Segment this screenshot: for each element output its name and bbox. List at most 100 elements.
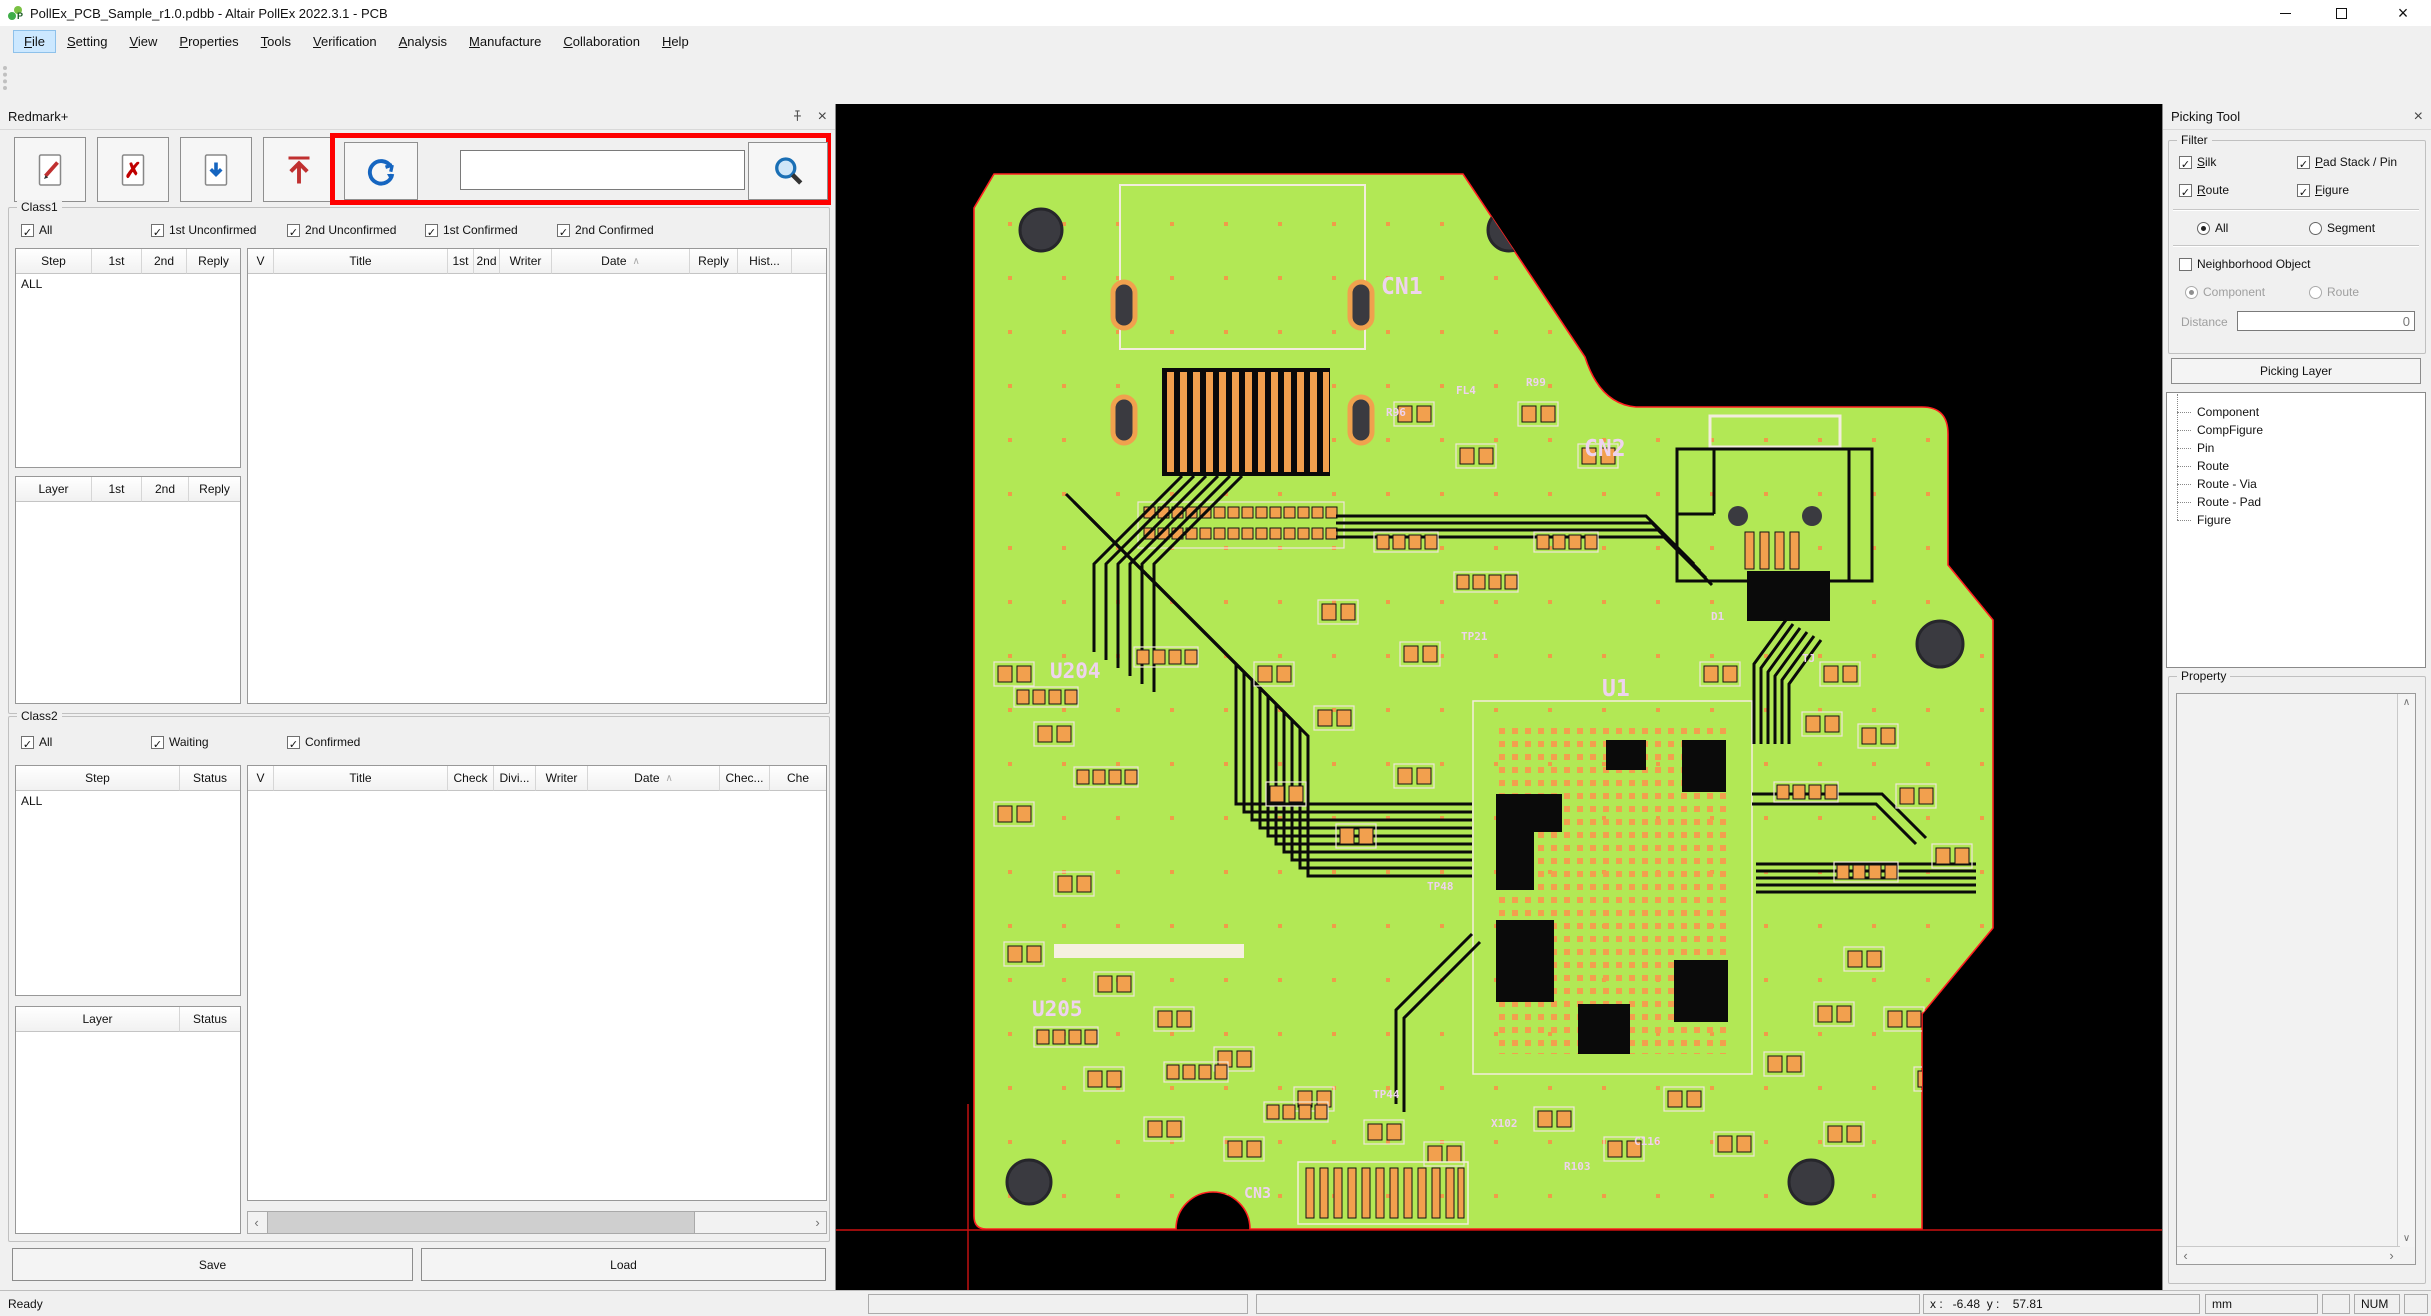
ic-u1[interactable] bbox=[1473, 701, 1752, 1074]
column-header[interactable]: Chec... bbox=[720, 766, 770, 791]
menu-setting[interactable]: Setting bbox=[57, 31, 117, 52]
class1-filter-2nd-unconfirmed[interactable]: 2nd Unconfirmed bbox=[287, 223, 396, 237]
filter-route[interactable]: Route bbox=[2179, 183, 2229, 197]
vertical-scrollbar[interactable] bbox=[2397, 694, 2415, 1247]
column-header[interactable]: Title bbox=[274, 249, 448, 274]
menu-tools[interactable]: Tools bbox=[251, 31, 301, 52]
menu-file[interactable]: File bbox=[14, 31, 55, 52]
tree-item-pin[interactable]: Pin bbox=[2175, 439, 2425, 457]
column-header[interactable]: Step bbox=[16, 249, 92, 274]
filter-silk[interactable]: Silk bbox=[2179, 155, 2216, 169]
checkbox-icon[interactable] bbox=[2179, 156, 2192, 169]
menu-verification[interactable]: Verification bbox=[303, 31, 387, 52]
mode-all[interactable]: All bbox=[2197, 221, 2228, 235]
column-header[interactable]: Status bbox=[180, 766, 240, 791]
close-button[interactable] bbox=[2380, 0, 2426, 26]
horizontal-scrollbar[interactable] bbox=[247, 1211, 827, 1234]
column-header-date-sorted[interactable]: Date bbox=[552, 249, 690, 274]
tree-item-route-pad[interactable]: Route - Pad bbox=[2175, 493, 2425, 511]
table-row[interactable]: ALL bbox=[16, 791, 240, 811]
column-header[interactable]: Che bbox=[770, 766, 826, 791]
close-panel-icon[interactable]: × bbox=[2414, 108, 2423, 126]
refresh-search-button[interactable] bbox=[344, 142, 418, 200]
checkbox-icon[interactable] bbox=[425, 224, 438, 237]
column-header[interactable]: Reply bbox=[187, 249, 240, 274]
column-header[interactable]: Step bbox=[16, 766, 180, 791]
tree-item-component[interactable]: Component bbox=[2175, 403, 2425, 421]
column-header[interactable]: Hist... bbox=[738, 249, 792, 274]
column-header[interactable]: V bbox=[248, 766, 274, 791]
delete-redmark-button[interactable] bbox=[97, 137, 169, 202]
pcb-canvas[interactable]: CN1 CN2 U1 U204 U205 CN3 R96 FL4 R99 D1 … bbox=[836, 104, 2162, 1290]
neighborhood-object-checkbox[interactable]: Neighborhood Object bbox=[2179, 257, 2310, 271]
filter-figure[interactable]: Figure bbox=[2297, 183, 2349, 197]
tree-item-route-via[interactable]: Route - Via bbox=[2175, 475, 2425, 493]
column-header[interactable]: 2nd bbox=[142, 477, 189, 502]
checkbox-icon[interactable] bbox=[287, 224, 300, 237]
column-header[interactable]: 2nd bbox=[474, 249, 500, 274]
class2-filter-confirmed[interactable]: Confirmed bbox=[287, 735, 360, 749]
checkbox-icon[interactable] bbox=[2297, 156, 2310, 169]
column-header[interactable]: 1st bbox=[92, 477, 142, 502]
column-header[interactable]: Status bbox=[180, 1007, 240, 1032]
scrollbar-thumb[interactable] bbox=[267, 1212, 695, 1233]
maximize-button[interactable] bbox=[2318, 0, 2364, 26]
column-header[interactable]: Writer bbox=[536, 766, 588, 791]
checkbox-icon[interactable] bbox=[21, 224, 34, 237]
table-row[interactable]: ALL bbox=[16, 274, 240, 294]
scroll-left-icon[interactable] bbox=[248, 1212, 265, 1233]
column-header[interactable]: Reply bbox=[189, 477, 240, 502]
column-header[interactable]: 1st bbox=[448, 249, 474, 274]
class1-filter-2nd-confirmed[interactable]: 2nd Confirmed bbox=[557, 223, 654, 237]
minimize-button[interactable] bbox=[2262, 0, 2308, 26]
menu-collaboration[interactable]: Collaboration bbox=[553, 31, 650, 52]
scroll-down-icon[interactable] bbox=[2398, 1230, 2415, 1247]
class2-filter-waiting[interactable]: Waiting bbox=[151, 735, 209, 749]
column-header[interactable]: Layer bbox=[16, 477, 92, 502]
scroll-up-icon[interactable] bbox=[2398, 694, 2415, 711]
scroll-right-icon[interactable] bbox=[2383, 1247, 2400, 1264]
class1-filter-all[interactable]: All bbox=[21, 223, 52, 237]
class2-filter-all[interactable]: All bbox=[21, 735, 52, 749]
checkbox-icon[interactable] bbox=[21, 736, 34, 749]
checkbox-icon[interactable] bbox=[151, 224, 164, 237]
scroll-right-icon[interactable] bbox=[809, 1212, 826, 1233]
column-header[interactable]: Reply bbox=[690, 249, 738, 274]
checkbox-icon[interactable] bbox=[2179, 258, 2192, 271]
class1-filter-1st-unconfirmed[interactable]: 1st Unconfirmed bbox=[151, 223, 256, 237]
column-header[interactable]: Divi... bbox=[494, 766, 536, 791]
checkbox-icon[interactable] bbox=[2297, 184, 2310, 197]
menu-view[interactable]: View bbox=[119, 31, 167, 52]
tree-item-compfigure[interactable]: CompFigure bbox=[2175, 421, 2425, 439]
menu-analysis[interactable]: Analysis bbox=[389, 31, 457, 52]
menu-properties[interactable]: Properties bbox=[169, 31, 248, 52]
class1-filter-1st-confirmed[interactable]: 1st Confirmed bbox=[425, 223, 518, 237]
column-header[interactable]: Layer bbox=[16, 1007, 180, 1032]
picking-layer-button[interactable]: Picking Layer bbox=[2171, 358, 2421, 384]
save-button[interactable]: Save bbox=[12, 1248, 413, 1281]
property-list[interactable] bbox=[2176, 693, 2416, 1265]
redmark-search-input[interactable] bbox=[460, 150, 745, 190]
tree-item-figure[interactable]: Figure bbox=[2175, 511, 2425, 529]
radio-icon[interactable] bbox=[2197, 222, 2210, 235]
filter-padstack-pin[interactable]: Pad Stack / Pin bbox=[2297, 155, 2397, 169]
menu-manufacture[interactable]: Manufacture bbox=[459, 31, 551, 52]
close-panel-icon[interactable]: × bbox=[818, 108, 827, 126]
radio-icon[interactable] bbox=[2309, 222, 2322, 235]
checkbox-icon[interactable] bbox=[151, 736, 164, 749]
column-header[interactable]: Title bbox=[274, 766, 448, 791]
export-redmark-button[interactable] bbox=[263, 137, 335, 202]
column-header-date-sorted[interactable]: Date bbox=[588, 766, 720, 791]
column-header[interactable]: V bbox=[248, 249, 274, 274]
checkbox-icon[interactable] bbox=[2179, 184, 2192, 197]
edit-redmark-button[interactable] bbox=[14, 137, 86, 202]
menu-help[interactable]: Help bbox=[652, 31, 699, 52]
import-redmark-button[interactable] bbox=[180, 137, 252, 202]
column-header[interactable]: 1st bbox=[92, 249, 142, 274]
tree-item-route[interactable]: Route bbox=[2175, 457, 2425, 475]
checkbox-icon[interactable] bbox=[287, 736, 300, 749]
column-header[interactable]: 2nd bbox=[142, 249, 187, 274]
column-header[interactable]: Writer bbox=[500, 249, 552, 274]
checkbox-icon[interactable] bbox=[557, 224, 570, 237]
search-button[interactable] bbox=[748, 142, 828, 200]
